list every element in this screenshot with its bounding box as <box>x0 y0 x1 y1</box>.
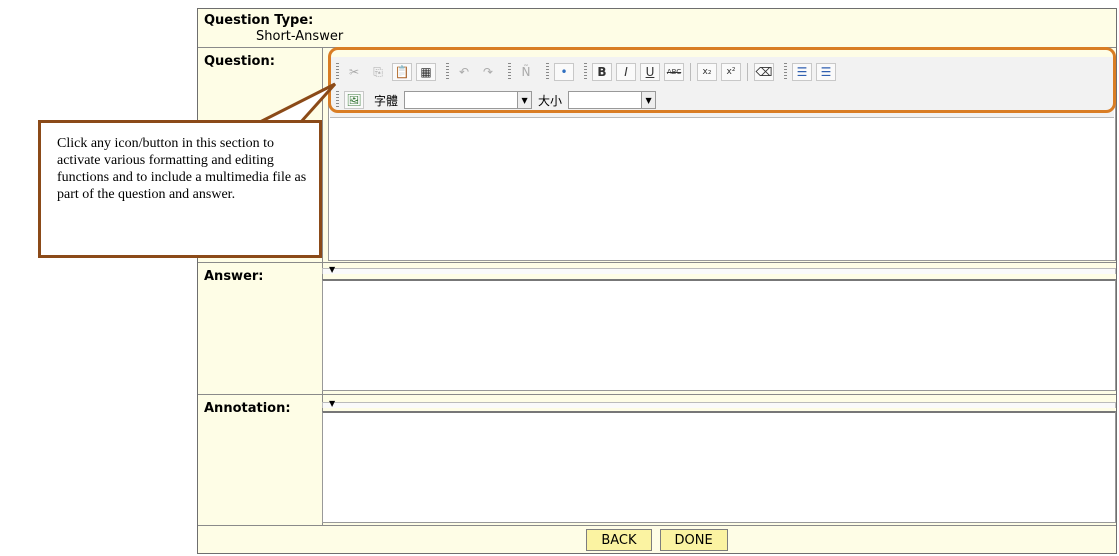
callout-pointer <box>257 82 337 125</box>
callout-text: Click any icon/button in this section to… <box>57 136 307 202</box>
callout-box: Click any icon/button in this section to… <box>38 120 322 258</box>
